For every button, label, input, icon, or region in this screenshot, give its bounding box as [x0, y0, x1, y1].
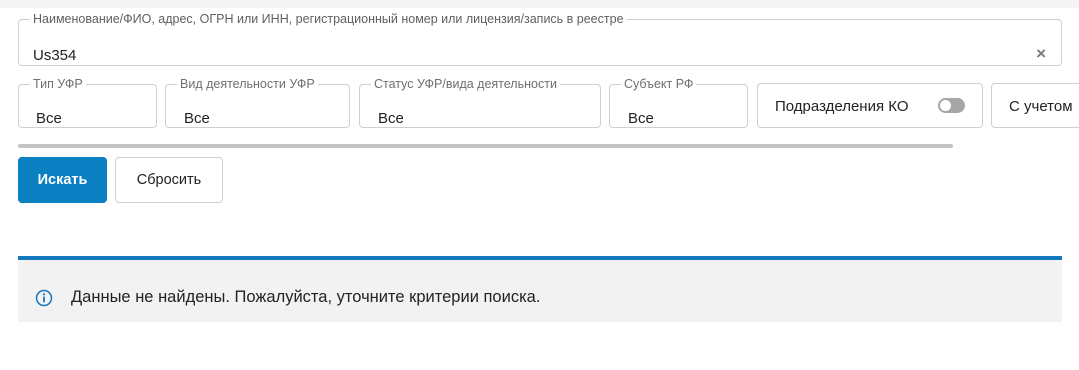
- search-button[interactable]: Искать: [18, 157, 107, 203]
- search-field[interactable]: Наименование/ФИО, адрес, ОГРН или ИНН, р…: [18, 13, 1062, 66]
- alert-message: Данные не найдены. Пожалуйста, уточните …: [71, 288, 541, 306]
- extra-filter-label: С учетом: [1009, 98, 1073, 115]
- clear-icon[interactable]: ×: [1036, 45, 1046, 63]
- filter-region-value[interactable]: Все: [628, 110, 654, 127]
- extra-filter-box[interactable]: С учетом: [991, 83, 1079, 128]
- filter-region[interactable]: Субъект РФ Все: [609, 78, 748, 128]
- filter-status-value[interactable]: Все: [378, 110, 404, 127]
- ko-divisions-toggle[interactable]: [938, 98, 965, 113]
- filter-ufr-type-value[interactable]: Все: [36, 110, 62, 127]
- ko-divisions-toggle-box[interactable]: Подразделения КО: [757, 83, 983, 128]
- filter-status[interactable]: Статус УФР/вида деятельности Все: [359, 78, 601, 128]
- search-input[interactable]: Us354: [33, 47, 76, 64]
- search-field-label: Наименование/ФИО, адрес, ОГРН или ИНН, р…: [33, 12, 624, 26]
- filter-ufr-type-label: Тип УФР: [33, 77, 83, 91]
- no-results-alert: Данные не найдены. Пожалуйста, уточните …: [18, 256, 1062, 322]
- reset-button[interactable]: Сбросить: [115, 157, 223, 203]
- filter-activity-type-label: Вид деятельности УФР: [180, 77, 315, 91]
- info-icon: [35, 289, 53, 307]
- filter-activity-type-value[interactable]: Все: [184, 110, 210, 127]
- top-strip: [0, 0, 1079, 8]
- horizontal-scrollbar[interactable]: [18, 144, 953, 148]
- filter-status-label: Статус УФР/вида деятельности: [374, 77, 557, 91]
- filter-ufr-type[interactable]: Тип УФР Все: [18, 78, 157, 128]
- filter-activity-type[interactable]: Вид деятельности УФР Все: [165, 78, 350, 128]
- filter-region-label: Субъект РФ: [624, 77, 694, 91]
- ko-divisions-label: Подразделения КО: [775, 98, 909, 115]
- toggle-knob: [940, 100, 951, 111]
